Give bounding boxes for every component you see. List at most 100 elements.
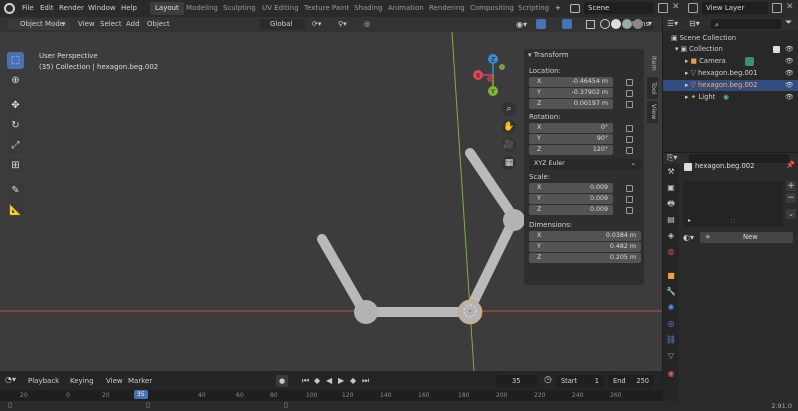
editor-type-icon[interactable]: ⎘▾ bbox=[667, 153, 677, 163]
new-view-layer-icon[interactable] bbox=[772, 3, 782, 13]
cursor-tool[interactable]: ⊕ bbox=[7, 72, 24, 89]
view-layer-tab-icon[interactable]: ▤ bbox=[665, 214, 677, 226]
dimensions-y-field[interactable]: Y 0.482 m bbox=[529, 242, 641, 252]
scale-x-field[interactable]: X 0.009 bbox=[529, 183, 613, 193]
end-frame-field[interactable]: End 250 bbox=[608, 375, 654, 387]
transform-orientation-select[interactable]: Global bbox=[260, 19, 305, 30]
dimensions-x-field[interactable]: X 0.0384 m bbox=[529, 231, 641, 241]
view-layer-icon[interactable] bbox=[688, 3, 698, 13]
lock-icon[interactable] bbox=[626, 207, 633, 214]
lock-icon[interactable] bbox=[626, 101, 633, 108]
snap-toggle[interactable]: ⚲▾ bbox=[334, 19, 351, 30]
proportional-edit-button[interactable]: ◎ bbox=[360, 19, 374, 30]
view-layer-selector[interactable]: View Layer bbox=[702, 2, 768, 14]
zoom-icon[interactable]: ⌕ bbox=[502, 102, 516, 116]
xray-toggle-icon[interactable] bbox=[586, 20, 595, 29]
menu-window[interactable]: Window bbox=[84, 2, 120, 15]
workspace-tab-scripting[interactable]: Scripting bbox=[513, 2, 554, 15]
transform-panel-header[interactable]: ▾ Transform bbox=[528, 51, 569, 59]
play-reverse-icon[interactable]: ◀ bbox=[326, 376, 332, 385]
particles-tab-icon[interactable]: ✺ bbox=[665, 302, 677, 314]
menu-playback[interactable]: Playback bbox=[24, 376, 63, 387]
lock-icon[interactable] bbox=[626, 185, 633, 192]
resize-handle[interactable]: ∷ bbox=[731, 218, 735, 225]
workspace-tab-uv-editing[interactable]: UV Editing bbox=[257, 2, 304, 15]
workspace-tab-layout[interactable]: Layout bbox=[150, 2, 184, 15]
physics-tab-icon[interactable]: ◎ bbox=[665, 318, 677, 330]
workspace-tab-compositing[interactable]: Compositing bbox=[465, 2, 519, 15]
record-button[interactable]: ● bbox=[276, 375, 288, 387]
eye-icon[interactable]: 👁 bbox=[785, 44, 794, 55]
menu-file[interactable]: File bbox=[18, 2, 38, 15]
outliner-row-hexagon-001[interactable]: ▸ ▽ hexagon.beg.001 👁 bbox=[663, 68, 798, 79]
prev-keyframe-icon[interactable]: ◆ bbox=[314, 376, 320, 385]
rotation-y-field[interactable]: Y 90° bbox=[529, 134, 613, 144]
menu-object[interactable]: Object bbox=[143, 19, 174, 30]
scene-icon[interactable] bbox=[570, 4, 580, 13]
current-frame-field[interactable]: 35 bbox=[496, 375, 538, 387]
material-shading-icon[interactable] bbox=[622, 19, 632, 29]
outliner-search-input[interactable]: ⌕ bbox=[711, 19, 781, 29]
close-scene-icon[interactable]: ✕ bbox=[672, 2, 680, 12]
camera-view-icon[interactable]: 🎥 bbox=[502, 138, 516, 152]
overlay-toggle-icon[interactable] bbox=[562, 19, 572, 29]
gizmo-toggle-icon[interactable] bbox=[536, 19, 546, 29]
location-z-field[interactable]: Z 0.00197 m bbox=[529, 99, 613, 109]
workspace-tab-shading[interactable]: Shading bbox=[349, 2, 387, 15]
world-tab-icon[interactable]: ◍ bbox=[665, 246, 677, 258]
scene-tab-icon[interactable]: ◈ bbox=[665, 230, 677, 242]
scene-selector[interactable]: Scene bbox=[584, 2, 654, 14]
measure-tool[interactable]: 📐 bbox=[7, 202, 24, 219]
wireframe-shading-icon[interactable] bbox=[600, 19, 610, 29]
workspace-tab-animation[interactable]: Animation bbox=[383, 2, 429, 15]
new-scene-icon[interactable] bbox=[658, 3, 668, 13]
workspace-tab-modeling[interactable]: Modeling bbox=[181, 2, 223, 15]
eye-icon[interactable]: 👁 bbox=[785, 68, 794, 79]
rotation-x-field[interactable]: X 0° bbox=[529, 123, 613, 133]
modifier-tab-icon[interactable]: 🔧 bbox=[665, 286, 677, 298]
remove-slot-button[interactable]: − bbox=[786, 193, 796, 203]
scale-tool[interactable]: ⤢ bbox=[7, 137, 24, 154]
data-tab-icon[interactable]: ▽ bbox=[665, 350, 677, 362]
slot-specials-button[interactable]: ⌄ bbox=[786, 209, 796, 219]
3d-viewport[interactable]: ⬚▾ Object Mode ▾ View Select Add Object … bbox=[0, 17, 662, 371]
lock-icon[interactable] bbox=[626, 147, 633, 154]
select-box-tool[interactable]: ⬚ bbox=[7, 52, 24, 69]
workspace-tab-rendering[interactable]: Rendering bbox=[424, 2, 470, 15]
pin-icon[interactable]: 📌 bbox=[786, 161, 795, 169]
location-x-field[interactable]: X -0.46454 m bbox=[529, 77, 613, 87]
lock-icon[interactable] bbox=[626, 136, 633, 143]
eye-icon[interactable]: 👁 bbox=[785, 92, 794, 103]
menu-view[interactable]: View bbox=[102, 376, 127, 387]
lock-icon[interactable] bbox=[626, 79, 633, 86]
lock-icon[interactable] bbox=[626, 90, 633, 97]
object-tab-icon[interactable]: ■ bbox=[665, 270, 677, 282]
lock-icon[interactable] bbox=[626, 196, 633, 203]
pivot-point-button[interactable]: ⟳▾ bbox=[308, 19, 325, 30]
tab-tool[interactable]: Tool bbox=[647, 77, 658, 99]
rotation-mode-select[interactable]: XYZ Euler ⌄ bbox=[529, 159, 641, 169]
checkbox-icon[interactable] bbox=[773, 46, 780, 53]
annotate-tool[interactable]: ✎ bbox=[7, 182, 24, 199]
navigation-gizmo[interactable]: X Z Y bbox=[470, 53, 510, 97]
editor-type-icon[interactable]: ☰▾ bbox=[667, 19, 678, 28]
add-workspace-button[interactable]: + bbox=[550, 2, 566, 15]
render-tab-icon[interactable]: ▣ bbox=[665, 182, 677, 194]
eye-icon[interactable]: 👁 bbox=[785, 56, 794, 67]
play-icon[interactable]: ▶ bbox=[338, 376, 344, 385]
jump-end-icon[interactable]: ⏭ bbox=[362, 376, 369, 386]
material-tab-icon[interactable]: ◉ bbox=[665, 368, 677, 380]
visibility-icon[interactable]: ◉▾ bbox=[516, 20, 527, 29]
clock-icon[interactable]: ◷ bbox=[544, 375, 552, 385]
shading-options-icon[interactable]: ▾ bbox=[648, 19, 652, 28]
outliner-row-collection[interactable]: ▾ ▣ Collection 👁 bbox=[663, 44, 798, 55]
rotate-tool[interactable]: ↻ bbox=[7, 117, 24, 134]
scale-z-field[interactable]: Z 0.009 bbox=[529, 205, 613, 215]
menu-add[interactable]: Add bbox=[122, 19, 144, 30]
display-mode-icon[interactable]: ⊟▾ bbox=[689, 19, 700, 28]
workspace-tab-texture-paint[interactable]: Texture Paint bbox=[299, 2, 354, 15]
tab-item[interactable]: Item bbox=[647, 51, 658, 75]
constraints-tab-icon[interactable]: ⛓ bbox=[665, 334, 677, 346]
workspace-tab-sculpting[interactable]: Sculpting bbox=[218, 2, 261, 15]
dimensions-z-field[interactable]: Z 0.205 m bbox=[529, 253, 641, 263]
